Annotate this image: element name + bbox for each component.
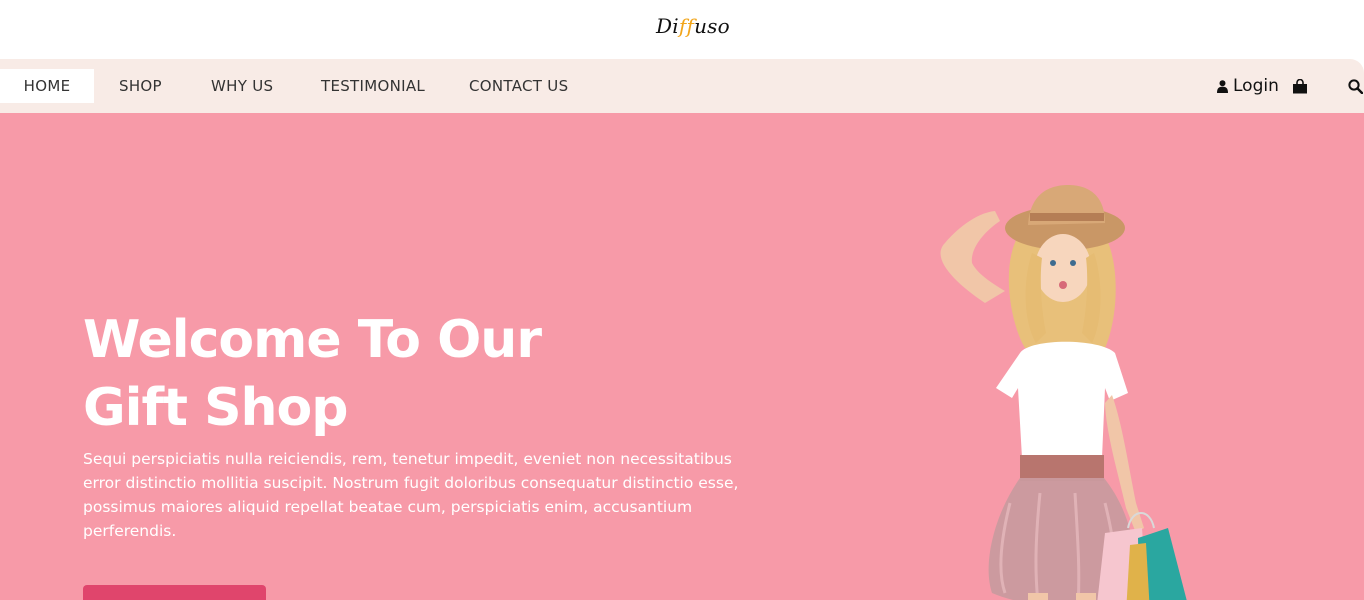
login-label: Login [1233,76,1279,96]
hero-girl-image [940,185,1187,600]
nav-item-label: TESTIMONIAL [321,77,426,95]
login-link[interactable]: Login [1217,69,1279,103]
nav-item-label: CONTACT US [469,77,569,95]
nav-item-testimonial[interactable]: TESTIMONIAL [321,69,425,103]
hero-cta-button[interactable] [83,585,266,600]
nav-item-contact-us[interactable]: CONTACT US [469,69,568,103]
nav-item-label: WHY US [211,77,274,95]
hero-description: Sequi perspiciatis nulla reiciendis, rem… [83,450,739,540]
user-icon [1217,79,1228,93]
main-navigation: HOME SHOP WHY US TESTIMONIAL CONTACT US … [0,59,1364,113]
brand-logo[interactable]: Diffuso [656,14,730,38]
shopping-bag-icon [1292,78,1308,94]
hero-banner: Welcome To Our Gift Shop Sequi perspicia… [0,113,1364,600]
nav-item-label: SHOP [119,77,162,95]
hero-title-line2: Gift Shop [83,378,349,438]
logo-text-prefix: Di [656,14,679,38]
nav-item-why-us[interactable]: WHY US [211,69,273,103]
cart-button[interactable] [1292,69,1308,103]
search-button[interactable] [1348,69,1363,103]
nav-item-label: HOME [23,77,71,95]
nav-item-shop[interactable]: SHOP [119,69,162,103]
nav-item-home[interactable]: HOME [0,69,94,103]
hero-title: Welcome To Our Gift Shop [83,306,542,442]
top-header: Diffuso [0,0,1364,59]
logo-text-accent: ff [678,14,695,38]
search-icon [1348,78,1363,94]
hero-title-line1: Welcome To Our [83,310,542,370]
logo-text-suffix: uso [694,14,730,38]
